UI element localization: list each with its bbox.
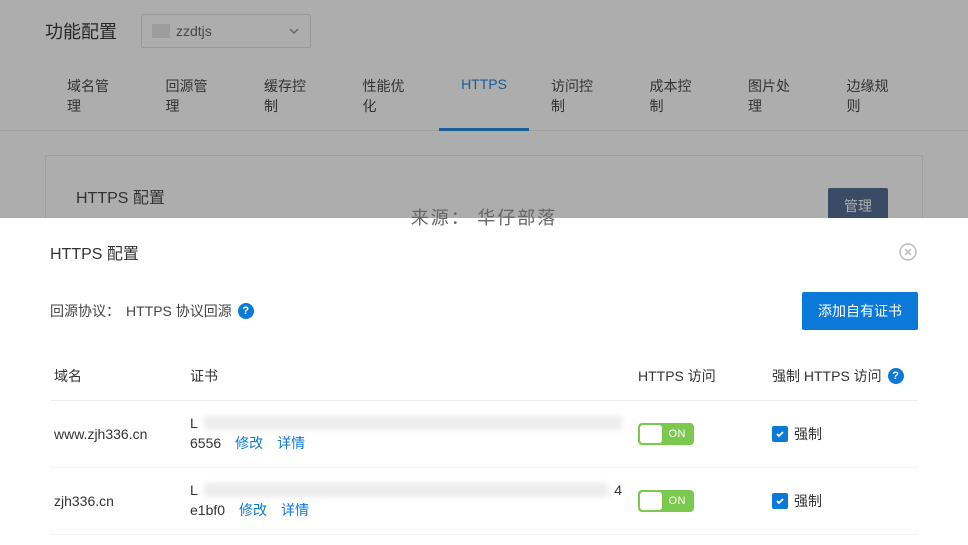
col-force: 强制 HTTPS 访问 ?: [758, 366, 918, 386]
detail-link[interactable]: 详情: [281, 500, 309, 520]
cert-suffix-pre: 4: [614, 482, 622, 498]
https-access-toggle[interactable]: ON: [638, 490, 694, 512]
tab-HTTPS[interactable]: HTTPS: [439, 62, 529, 130]
add-cert-button[interactable]: 添加自有证书: [802, 292, 918, 330]
help-icon[interactable]: ?: [238, 303, 254, 319]
page-title: 功能配置: [45, 18, 117, 44]
protocol-label: 回源协议：: [50, 301, 120, 321]
modify-link[interactable]: 修改: [239, 500, 267, 520]
cert-suffix: 6556: [190, 435, 221, 451]
table-header: 域名 证书 HTTPS 访问 强制 HTTPS 访问 ?: [50, 352, 918, 401]
domain-cell: zjh336.cn: [50, 493, 190, 509]
col-domain: 域名: [50, 366, 190, 386]
modify-link[interactable]: 修改: [235, 433, 263, 453]
chevron-down-icon: [288, 25, 300, 37]
watermark-text: 来源： 华仔部落: [411, 204, 558, 230]
protocol-value: HTTPS 协议回源: [126, 301, 232, 321]
tab-成本控制[interactable]: 成本控制: [627, 62, 726, 130]
force-label: 强制: [794, 491, 822, 511]
https-access-toggle[interactable]: ON: [638, 423, 694, 445]
cert-prefix: L: [190, 415, 198, 431]
help-icon[interactable]: ?: [888, 368, 904, 384]
col-access: HTTPS 访问: [638, 366, 758, 386]
cert-prefix: L: [190, 482, 198, 498]
tab-访问控制[interactable]: 访问控制: [529, 62, 628, 130]
https-config-panel: 来源： 华仔部落 HTTPS 配置 回源协议： HTTPS 协议回源 ? 添加自…: [0, 218, 968, 545]
tabs: 域名管理回源管理缓存控制性能优化HTTPS访问控制成本控制图片处理边缘规则: [0, 62, 968, 131]
force-label: 强制: [794, 424, 822, 444]
tab-缓存控制[interactable]: 缓存控制: [242, 62, 341, 130]
cert-second: e1bf0: [190, 502, 225, 518]
tab-图片处理[interactable]: 图片处理: [726, 62, 825, 130]
table-row: www.zjh336.cn L 6556 修改 详情: [50, 401, 918, 468]
force-checkbox[interactable]: [772, 493, 788, 509]
close-icon[interactable]: [898, 242, 918, 262]
cert-redacted: [204, 416, 622, 430]
force-checkbox[interactable]: [772, 426, 788, 442]
tab-边缘规则[interactable]: 边缘规则: [825, 62, 924, 130]
project-dropdown[interactable]: zzdtjs: [141, 14, 311, 48]
tab-回源管理[interactable]: 回源管理: [144, 62, 243, 130]
project-dropdown-value: zzdtjs: [176, 23, 212, 39]
detail-link[interactable]: 详情: [277, 433, 305, 453]
modal-title: HTTPS 配置: [50, 240, 139, 264]
col-cert: 证书: [190, 366, 638, 386]
cert-table: 域名 证书 HTTPS 访问 强制 HTTPS 访问 ? www.zjh336.…: [50, 352, 918, 535]
placeholder-icon: [152, 24, 170, 38]
table-row: zjh336.cn L 4 e1bf0 修改 详情: [50, 468, 918, 535]
domain-cell: www.zjh336.cn: [50, 426, 190, 442]
tab-性能优化[interactable]: 性能优化: [341, 62, 440, 130]
cert-redacted: [204, 483, 608, 497]
tab-域名管理[interactable]: 域名管理: [45, 62, 144, 130]
